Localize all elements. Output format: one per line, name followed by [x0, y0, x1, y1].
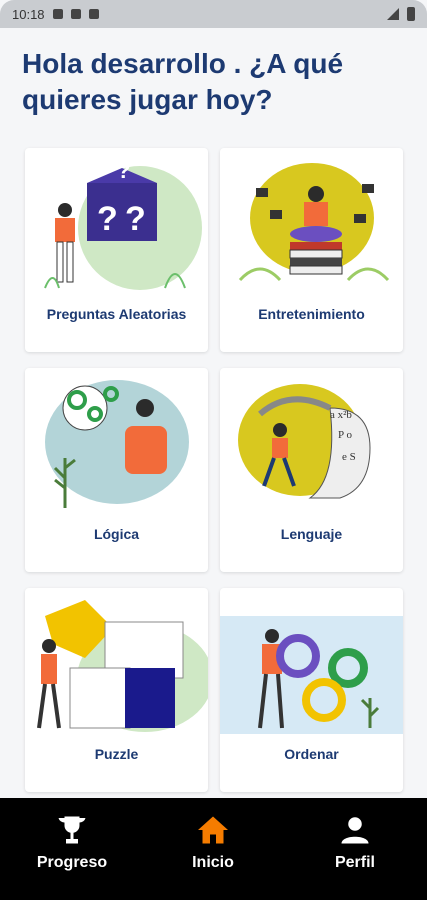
svg-text:a x²b: a x²b — [330, 409, 352, 421]
sd-card-icon — [88, 9, 99, 19]
language-illustration: a x²b P o e S — [238, 384, 371, 499]
category-card-logic[interactable]: Lógica — [25, 368, 208, 572]
person-icon — [341, 817, 369, 844]
category-card-sort[interactable]: Ordenar — [220, 588, 403, 792]
notification-icon — [52, 9, 63, 19]
category-grid: ? ? ? Preguntas Aleatorias Entretenimien… — [25, 148, 403, 792]
category-label-entertainment: Entretenimiento — [258, 306, 365, 322]
nav-progress-label: Progreso — [36, 854, 108, 871]
category-card-puzzle[interactable]: Puzzle — [25, 588, 208, 792]
svg-text:?: ? — [117, 158, 130, 183]
nav-profile[interactable]: Perfil — [295, 812, 415, 872]
svg-text:?: ? — [97, 200, 118, 238]
logic-illustration — [45, 380, 189, 508]
category-card-entertainment[interactable]: Entretenimiento — [220, 148, 403, 352]
category-label-logic: Lógica — [93, 526, 140, 542]
sort-illustration — [220, 616, 403, 734]
status-bar: 10:18 — [0, 0, 427, 28]
svg-text:P o: P o — [338, 429, 352, 441]
app-icon — [70, 9, 81, 19]
nav-home-label: Inicio — [192, 854, 234, 871]
nav-home[interactable]: Inicio — [153, 812, 273, 872]
trophy-icon — [58, 816, 86, 844]
signal-icon — [387, 8, 399, 20]
battery-icon — [407, 7, 415, 21]
nav-progress[interactable]: Progreso — [12, 812, 132, 872]
category-label-sort: Ordenar — [284, 746, 339, 762]
nav-profile-label: Perfil — [334, 854, 375, 871]
random-questions-illustration: ? ? ? — [44, 158, 202, 290]
page-title: Hola desarrollo . ¿A qué quieres jugar h… — [22, 48, 344, 115]
status-time: 10:18 — [12, 6, 45, 22]
entertainment-illustration — [238, 163, 390, 282]
category-label-language: Lenguaje — [280, 526, 343, 542]
category-label-random-questions: Preguntas Aleatorias — [46, 306, 187, 322]
bottom-navigation: Progreso Inicio Perfil — [0, 798, 427, 900]
category-label-puzzle: Puzzle — [94, 746, 139, 762]
svg-text:e S: e S — [342, 451, 356, 463]
puzzle-illustration — [37, 600, 208, 732]
svg-text:?: ? — [125, 200, 146, 238]
category-card-random-questions[interactable]: ? ? ? Preguntas Aleatorias — [25, 148, 208, 352]
home-icon — [198, 816, 228, 844]
category-card-language[interactable]: a x²b P o e S Lenguaje — [220, 368, 403, 572]
